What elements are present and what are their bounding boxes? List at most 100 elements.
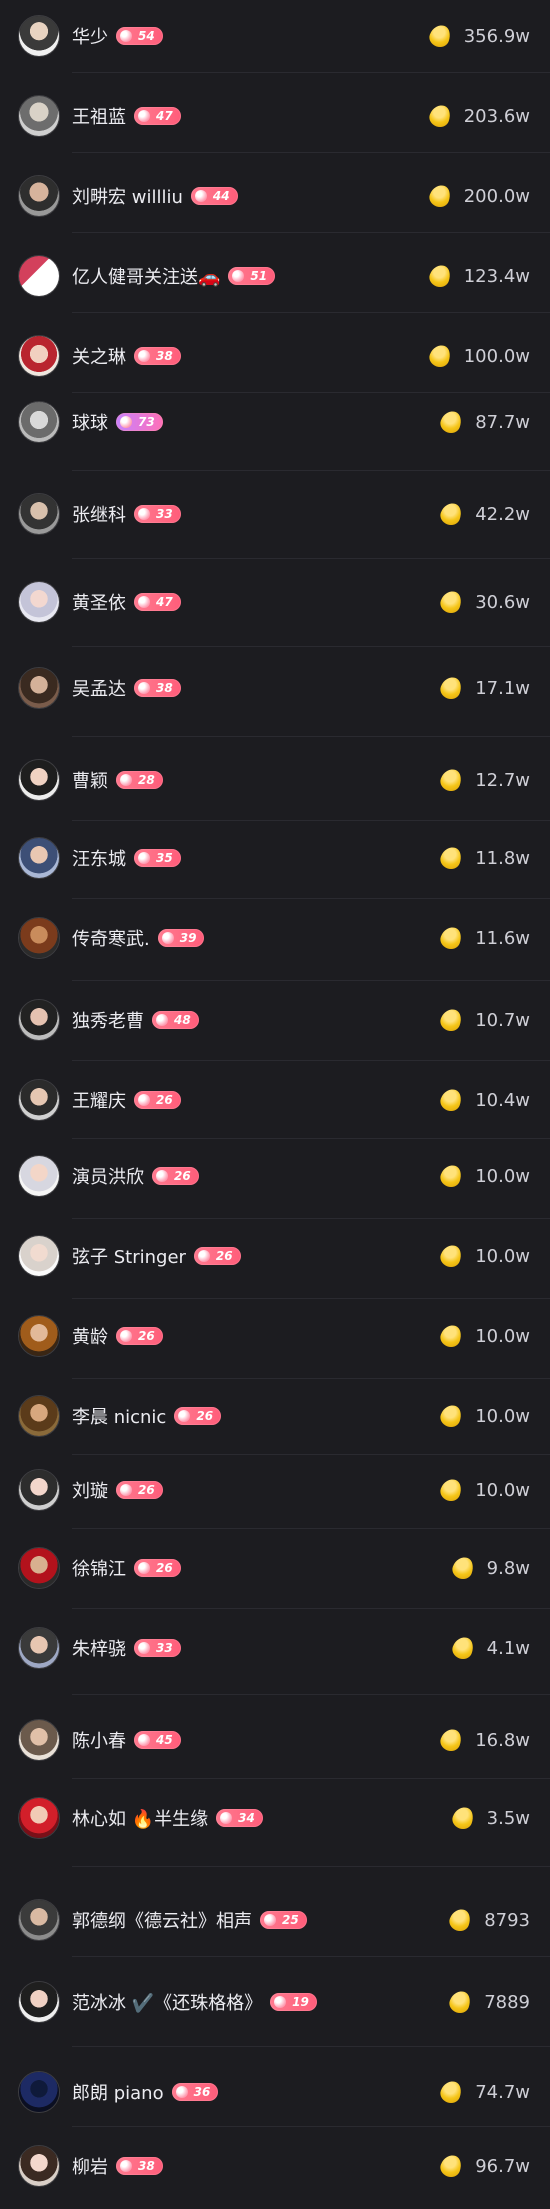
avatar[interactable] — [18, 255, 60, 297]
user-name[interactable]: 球球 — [72, 409, 108, 435]
list-item[interactable]: 林心如 🔥半生缘 34 3.5w — [0, 1782, 550, 1854]
user-name[interactable]: 演员洪欣 — [72, 1163, 144, 1189]
list-item[interactable]: 曹颖 28 12.7w — [0, 744, 550, 816]
user-name[interactable]: 郭德纲《德云社》相声 — [72, 1907, 252, 1933]
list-item[interactable]: 球球 73 87.7w — [0, 386, 550, 458]
avatar[interactable] — [18, 1627, 60, 1669]
user-name[interactable]: 林心如 🔥半生缘 — [72, 1805, 208, 1831]
user-name[interactable]: 黄龄 — [72, 1323, 108, 1349]
avatar[interactable] — [18, 1235, 60, 1277]
user-name[interactable]: 王耀庆 — [72, 1087, 126, 1113]
avatar[interactable] — [18, 837, 60, 879]
list-item[interactable]: 柳岩 38 96.7w — [0, 2130, 550, 2202]
badge-heart-icon — [220, 1812, 233, 1824]
badge-heart-icon — [138, 1562, 150, 1574]
user-name[interactable]: 柳岩 — [72, 2153, 108, 2179]
avatar[interactable] — [18, 1981, 60, 2023]
list-item[interactable]: 刘畊宏 willliu 44 200.0w — [0, 160, 550, 232]
avatar[interactable] — [18, 759, 60, 801]
list-item[interactable]: 郭德纲《德云社》相声 25 8793 — [0, 1884, 550, 1956]
user-name[interactable]: 李晨 nicnic — [72, 1403, 166, 1429]
list-item[interactable]: 范冰冰 ✔️《还珠格格》 19 7889 — [0, 1966, 550, 2038]
avatar[interactable] — [18, 1899, 60, 1941]
list-item[interactable]: 独秀老曹 48 10.7w — [0, 984, 550, 1056]
gift-amount: 12.7w — [475, 769, 530, 791]
avatar[interactable] — [18, 1079, 60, 1121]
avatar[interactable] — [18, 1469, 60, 1511]
badge-heart-icon — [120, 416, 132, 428]
list-item[interactable]: 华少 54 356.9w — [0, 0, 550, 72]
user-name[interactable]: 传奇寒武. — [72, 925, 150, 951]
user-name[interactable]: 弦子 Stringer — [72, 1243, 186, 1269]
user-name[interactable]: 独秀老曹 — [72, 1007, 144, 1033]
gold-bean-icon — [449, 1554, 476, 1582]
user-name[interactable]: 黄圣依 — [72, 589, 126, 615]
avatar[interactable] — [18, 1797, 60, 1839]
avatar[interactable] — [18, 999, 60, 1041]
user-name[interactable]: 吴孟达 — [72, 675, 126, 701]
avatar[interactable] — [18, 2145, 60, 2187]
list-item[interactable]: 张继科 33 42.2w — [0, 478, 550, 550]
avatar[interactable] — [18, 493, 60, 535]
avatar[interactable] — [18, 95, 60, 137]
user-name[interactable]: 华少 — [72, 23, 108, 49]
list-item[interactable]: 郎朗 piano 36 74.7w — [0, 2056, 550, 2128]
level-badge: 34 — [216, 1809, 263, 1827]
user-name[interactable]: 郎朗 piano — [72, 2079, 164, 2105]
avatar[interactable] — [18, 667, 60, 709]
list-item[interactable]: 李晨 nicnic 26 10.0w — [0, 1380, 550, 1452]
gift-amount: 123.4w — [463, 265, 530, 287]
list-item[interactable]: 亿人健哥关注送🚗 51 123.4w — [0, 240, 550, 312]
user-name[interactable]: 亿人健哥关注送🚗 — [72, 263, 220, 289]
avatar[interactable] — [18, 1547, 60, 1589]
list-item[interactable]: 传奇寒武. 39 11.6w — [0, 902, 550, 974]
list-item[interactable]: 徐锦江 26 9.8w — [0, 1532, 550, 1604]
gold-bean-icon — [438, 844, 465, 872]
avatar[interactable] — [18, 15, 60, 57]
gold-bean-icon — [426, 182, 453, 210]
list-item[interactable]: 弦子 Stringer 26 10.0w — [0, 1220, 550, 1292]
user-name[interactable]: 张继科 — [72, 501, 126, 527]
gold-bean-icon — [438, 1322, 465, 1350]
list-item[interactable]: 黄龄 26 10.0w — [0, 1300, 550, 1372]
user-name[interactable]: 刘畊宏 willliu — [72, 183, 183, 209]
list-item[interactable]: 刘璇 26 10.0w — [0, 1454, 550, 1526]
user-name[interactable]: 王祖蓝 — [72, 103, 126, 129]
avatar[interactable] — [18, 335, 60, 377]
list-item[interactable]: 演员洪欣 26 10.0w — [0, 1140, 550, 1212]
avatar[interactable] — [18, 581, 60, 623]
list-item[interactable]: 黄圣依 47 30.6w — [0, 566, 550, 638]
avatar[interactable] — [18, 2071, 60, 2113]
avatar[interactable] — [18, 1155, 60, 1197]
user-name[interactable]: 汪东城 — [72, 845, 126, 871]
user-name[interactable]: 曹颖 — [72, 767, 108, 793]
avatar[interactable] — [18, 1719, 60, 1761]
list-item[interactable]: 陈小春 45 16.8w — [0, 1704, 550, 1776]
level-badge: 36 — [171, 2083, 219, 2101]
avatar[interactable] — [18, 1315, 60, 1357]
user-name[interactable]: 徐锦江 — [72, 1555, 126, 1581]
gift-amount: 10.0w — [475, 1245, 530, 1267]
badge-heart-icon — [138, 596, 150, 608]
user-name[interactable]: 刘璇 — [72, 1477, 108, 1503]
level-badge: 26 — [134, 1091, 181, 1109]
gift-amount: 16.8w — [475, 1729, 530, 1751]
level-badge: 38 — [134, 347, 181, 365]
list-item[interactable]: 关之琳 38 100.0w — [0, 320, 550, 392]
list-item[interactable]: 王耀庆 26 10.4w — [0, 1064, 550, 1136]
level-badge: 26 — [134, 1559, 181, 1577]
list-item[interactable]: 王祖蓝 47 203.6w — [0, 80, 550, 152]
avatar[interactable] — [18, 917, 60, 959]
user-name[interactable]: 范冰冰 ✔️《还珠格格》 — [72, 1989, 262, 2015]
avatar[interactable] — [18, 175, 60, 217]
avatar[interactable] — [18, 401, 60, 443]
avatar[interactable] — [18, 1395, 60, 1437]
user-name[interactable]: 陈小春 — [72, 1727, 126, 1753]
list-item[interactable]: 吴孟达 38 17.1w — [0, 652, 550, 724]
gift-amount: 74.7w — [475, 2081, 530, 2103]
level-badge: 47 — [134, 593, 181, 611]
user-name[interactable]: 朱梓骁 — [72, 1635, 126, 1661]
list-item[interactable]: 汪东城 35 11.8w — [0, 822, 550, 894]
list-item[interactable]: 朱梓骁 33 4.1w — [0, 1612, 550, 1684]
user-name[interactable]: 关之琳 — [72, 343, 126, 369]
